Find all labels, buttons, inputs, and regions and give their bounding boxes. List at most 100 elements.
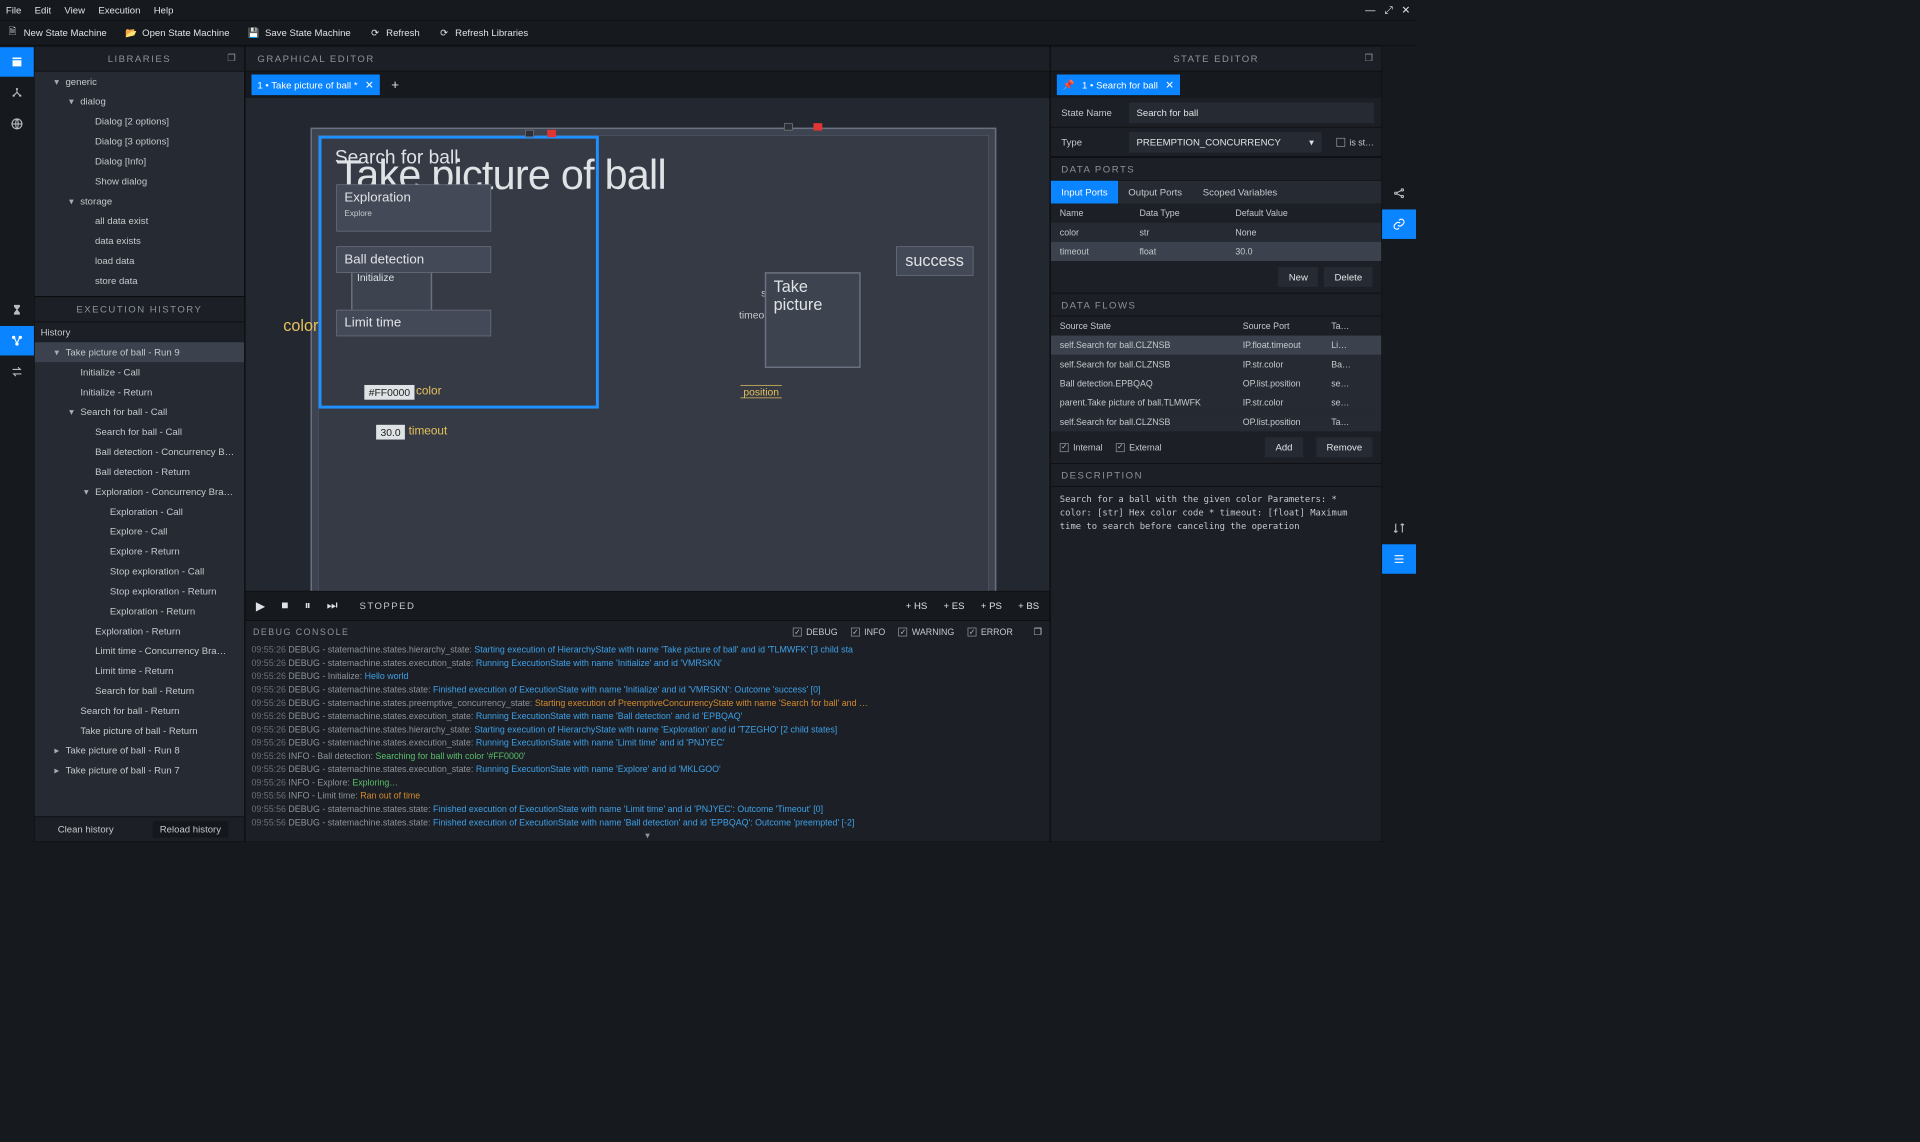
maximize-icon[interactable]: ⤢ xyxy=(1384,4,1392,17)
outcome-success[interactable]: success xyxy=(896,246,974,276)
history-row[interactable]: Stop exploration - Call xyxy=(35,561,244,581)
node-exploration[interactable]: Exploration Explore xyxy=(336,184,491,231)
close-tab-icon[interactable]: ✕ xyxy=(365,79,374,92)
state-type-select[interactable]: PREEMPTION_CONCURRENCY▾ xyxy=(1129,132,1321,153)
collapse-icon[interactable]: ▾ xyxy=(246,830,1050,842)
graph-canvas[interactable]: Take picture of ball color Initialize Se… xyxy=(246,98,1050,591)
play-icon[interactable]: ▶ xyxy=(256,598,265,613)
table-row[interactable]: parent.Take picture of ball.TLMWFKIP.str… xyxy=(1051,393,1381,412)
table-row[interactable]: self.Search for ball.CLZNSBIP.str.colorB… xyxy=(1051,355,1381,374)
reload-history-button[interactable]: Reload history xyxy=(152,821,228,838)
add-flow-button[interactable]: Add xyxy=(1265,437,1303,457)
history-row[interactable]: Initialize - Call xyxy=(35,362,244,382)
remove-flow-button[interactable]: Remove xyxy=(1316,437,1372,457)
tree-row[interactable]: ▾generic xyxy=(35,72,244,92)
is-start-checkbox[interactable]: is st… xyxy=(1336,137,1374,147)
tab-output-ports[interactable]: Output Ports xyxy=(1118,181,1192,204)
history-row[interactable]: Ball detection - Concurrency B… xyxy=(35,442,244,462)
history-row[interactable]: Take picture of ball - Return xyxy=(35,721,244,741)
table-row[interactable]: timeoutfloat30.0 xyxy=(1051,242,1381,261)
history-tree[interactable]: ▾Take picture of ball - Run 9Initialize … xyxy=(35,342,244,816)
graph-tab-icon[interactable] xyxy=(0,326,34,356)
tree-row[interactable]: ▾storage xyxy=(35,191,244,211)
tree-row[interactable]: load data xyxy=(35,251,244,271)
external-checkbox[interactable]: ✓External xyxy=(1116,442,1162,452)
hourglass-tab-icon[interactable] xyxy=(0,295,34,325)
tree-row[interactable]: Dialog [3 options] xyxy=(35,131,244,151)
history-row[interactable]: Explore - Call xyxy=(35,521,244,541)
tab-statemachine[interactable]: 1 • Take picture of ball * ✕ xyxy=(251,74,379,95)
history-row[interactable]: Exploration - Return xyxy=(35,601,244,621)
refresh-libs-button[interactable]: ⟳Refresh Libraries xyxy=(439,27,528,38)
port-icon[interactable] xyxy=(547,130,556,137)
debug-level-debug[interactable]: ✓DEBUG xyxy=(793,627,838,637)
tab-state[interactable]: 📌 1 • Search for ball ✕ xyxy=(1057,74,1180,95)
history-row[interactable]: Exploration - Return xyxy=(35,621,244,641)
history-row[interactable]: Limit time - Concurrency Bra… xyxy=(35,641,244,661)
port-icon[interactable] xyxy=(525,130,534,137)
copy-icon[interactable]: ❐ xyxy=(225,51,240,66)
history-row[interactable]: Stop exploration - Return xyxy=(35,581,244,601)
table-row[interactable]: colorstrNone xyxy=(1051,223,1381,242)
copy-icon[interactable]: ❐ xyxy=(1033,626,1042,638)
statemachine-outer[interactable]: Take picture of ball color Initialize Se… xyxy=(310,128,996,591)
tab-input-ports[interactable]: Input Ports xyxy=(1051,181,1118,204)
history-row[interactable]: Search for ball - Call xyxy=(35,422,244,442)
add-ps-button[interactable]: + PS xyxy=(981,600,1002,611)
libraries-tree[interactable]: ▾generic▾dialogDialog [2 options]Dialog … xyxy=(35,72,244,296)
menu-help[interactable]: Help xyxy=(154,4,174,15)
close-tab-icon[interactable]: ✕ xyxy=(1165,79,1174,92)
pause-icon[interactable]: ⏸ xyxy=(305,599,311,612)
node-limit-time[interactable]: Limit time xyxy=(336,310,491,337)
list-icon[interactable] xyxy=(1382,544,1416,574)
tree-row[interactable]: Dialog [Info] xyxy=(35,151,244,171)
log-lines[interactable]: 09:55:26 DEBUG - statemachine.states.hie… xyxy=(246,643,1050,830)
close-icon[interactable]: ✕ xyxy=(1401,4,1410,17)
clean-history-button[interactable]: Clean history xyxy=(50,821,121,838)
table-row[interactable]: Ball detection.EPBQAQOP.list.positionse… xyxy=(1051,374,1381,393)
node-ball-detection[interactable]: Ball detection xyxy=(336,246,491,273)
menu-execution[interactable]: Execution xyxy=(98,4,140,15)
libraries-tab-icon[interactable] xyxy=(0,47,34,77)
swap-tab-icon[interactable] xyxy=(0,357,34,387)
history-row[interactable]: ▾Search for ball - Call xyxy=(35,402,244,422)
copy-icon[interactable]: ❐ xyxy=(1362,51,1377,66)
history-row[interactable]: Limit time - Return xyxy=(35,661,244,681)
history-row[interactable]: Search for ball - Return xyxy=(35,701,244,721)
tree-row[interactable]: all data exist xyxy=(35,211,244,231)
history-row[interactable]: Search for ball - Return xyxy=(35,681,244,701)
delete-port-button[interactable]: Delete xyxy=(1324,267,1372,287)
open-sm-button[interactable]: 📂Open State Machine xyxy=(126,27,230,38)
state-name-input[interactable]: Search for ball xyxy=(1129,102,1374,123)
refresh-button[interactable]: ⟳Refresh xyxy=(370,27,420,38)
new-sm-button[interactable]: 🗎New State Machine xyxy=(7,27,106,38)
menu-edit[interactable]: Edit xyxy=(35,4,52,15)
tree-row[interactable]: ▾dialog xyxy=(35,91,244,111)
history-row[interactable]: Ball detection - Return xyxy=(35,462,244,482)
description-text[interactable]: Search for a ball with the given color P… xyxy=(1051,487,1381,842)
globe-tab-icon[interactable] xyxy=(0,109,34,139)
add-bs-button[interactable]: + BS xyxy=(1018,600,1039,611)
history-row[interactable]: Initialize - Return xyxy=(35,382,244,402)
new-port-button[interactable]: New xyxy=(1278,267,1318,287)
history-root[interactable]: History xyxy=(35,322,244,342)
share-icon[interactable] xyxy=(1382,178,1416,208)
debug-level-error[interactable]: ✓ERROR xyxy=(968,627,1013,637)
history-row[interactable]: ▾Exploration - Concurrency Bra… xyxy=(35,482,244,502)
tree-row[interactable]: data exists xyxy=(35,231,244,251)
tree-row[interactable]: wait xyxy=(35,291,244,296)
internal-checkbox[interactable]: ✓Internal xyxy=(1060,442,1103,452)
add-tab-button[interactable]: + xyxy=(391,77,399,92)
minimize-icon[interactable]: — xyxy=(1365,4,1375,17)
stop-icon[interactable]: ■ xyxy=(281,599,288,612)
history-row[interactable]: ▾Take picture of ball - Run 9 xyxy=(35,342,244,362)
add-hs-button[interactable]: + HS xyxy=(906,600,928,611)
menu-view[interactable]: View xyxy=(64,4,85,15)
sort-icon[interactable] xyxy=(1382,513,1416,543)
table-row[interactable]: self.Search for ball.CLZNSBOP.list.posit… xyxy=(1051,412,1381,431)
tree-row[interactable]: Dialog [2 options] xyxy=(35,111,244,131)
menu-file[interactable]: File xyxy=(6,4,21,15)
tab-scoped-vars[interactable]: Scoped Variables xyxy=(1192,181,1287,204)
income-port-icon[interactable] xyxy=(784,123,793,130)
link-icon[interactable] xyxy=(1382,209,1416,239)
